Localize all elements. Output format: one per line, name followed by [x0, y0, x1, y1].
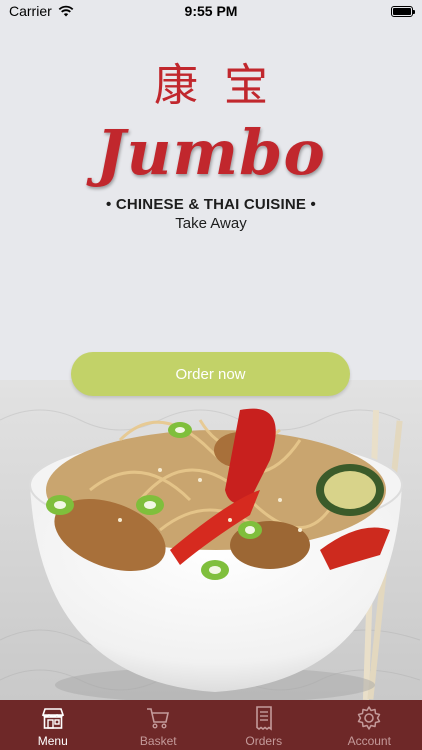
status-right	[391, 5, 415, 17]
tab-menu[interactable]: Menu	[0, 700, 106, 750]
cuisine-subtitle: • CHINESE & THAI CUISINE •	[106, 196, 316, 213]
tab-basket[interactable]: Basket	[106, 700, 212, 750]
status-bar: Carrier 9:55 PM	[0, 0, 422, 22]
battery-icon	[391, 5, 415, 17]
wifi-icon	[58, 5, 74, 17]
status-left: Carrier	[9, 3, 74, 19]
carrier-label: Carrier	[9, 3, 52, 19]
order-now-button[interactable]: Order now	[71, 352, 350, 396]
cart-icon	[147, 708, 170, 729]
hero-food-image	[0, 380, 422, 700]
tab-menu-label: Menu	[37, 734, 68, 748]
tab-orders-label: Orders	[245, 734, 283, 748]
receipt-icon	[255, 706, 272, 731]
tab-orders[interactable]: Orders	[211, 700, 317, 750]
gear-icon	[358, 706, 381, 730]
bottom-tab-bar: Menu Basket Orders Account	[0, 700, 422, 750]
logo-chinese-text: 康宝	[154, 60, 294, 111]
store-icon	[41, 708, 64, 729]
tab-basket-label: Basket	[139, 734, 177, 748]
takeaway-subtitle: Take Away	[175, 215, 247, 232]
logo-area: 康宝 Jumbo • CHINESE & THAI CUISINE • Take…	[0, 60, 422, 232]
noodle-bowl-illustration	[0, 380, 422, 700]
logo-brand-text: Jumbo	[96, 116, 326, 189]
tab-account[interactable]: Account	[317, 700, 422, 750]
tab-account-label: Account	[347, 734, 391, 748]
